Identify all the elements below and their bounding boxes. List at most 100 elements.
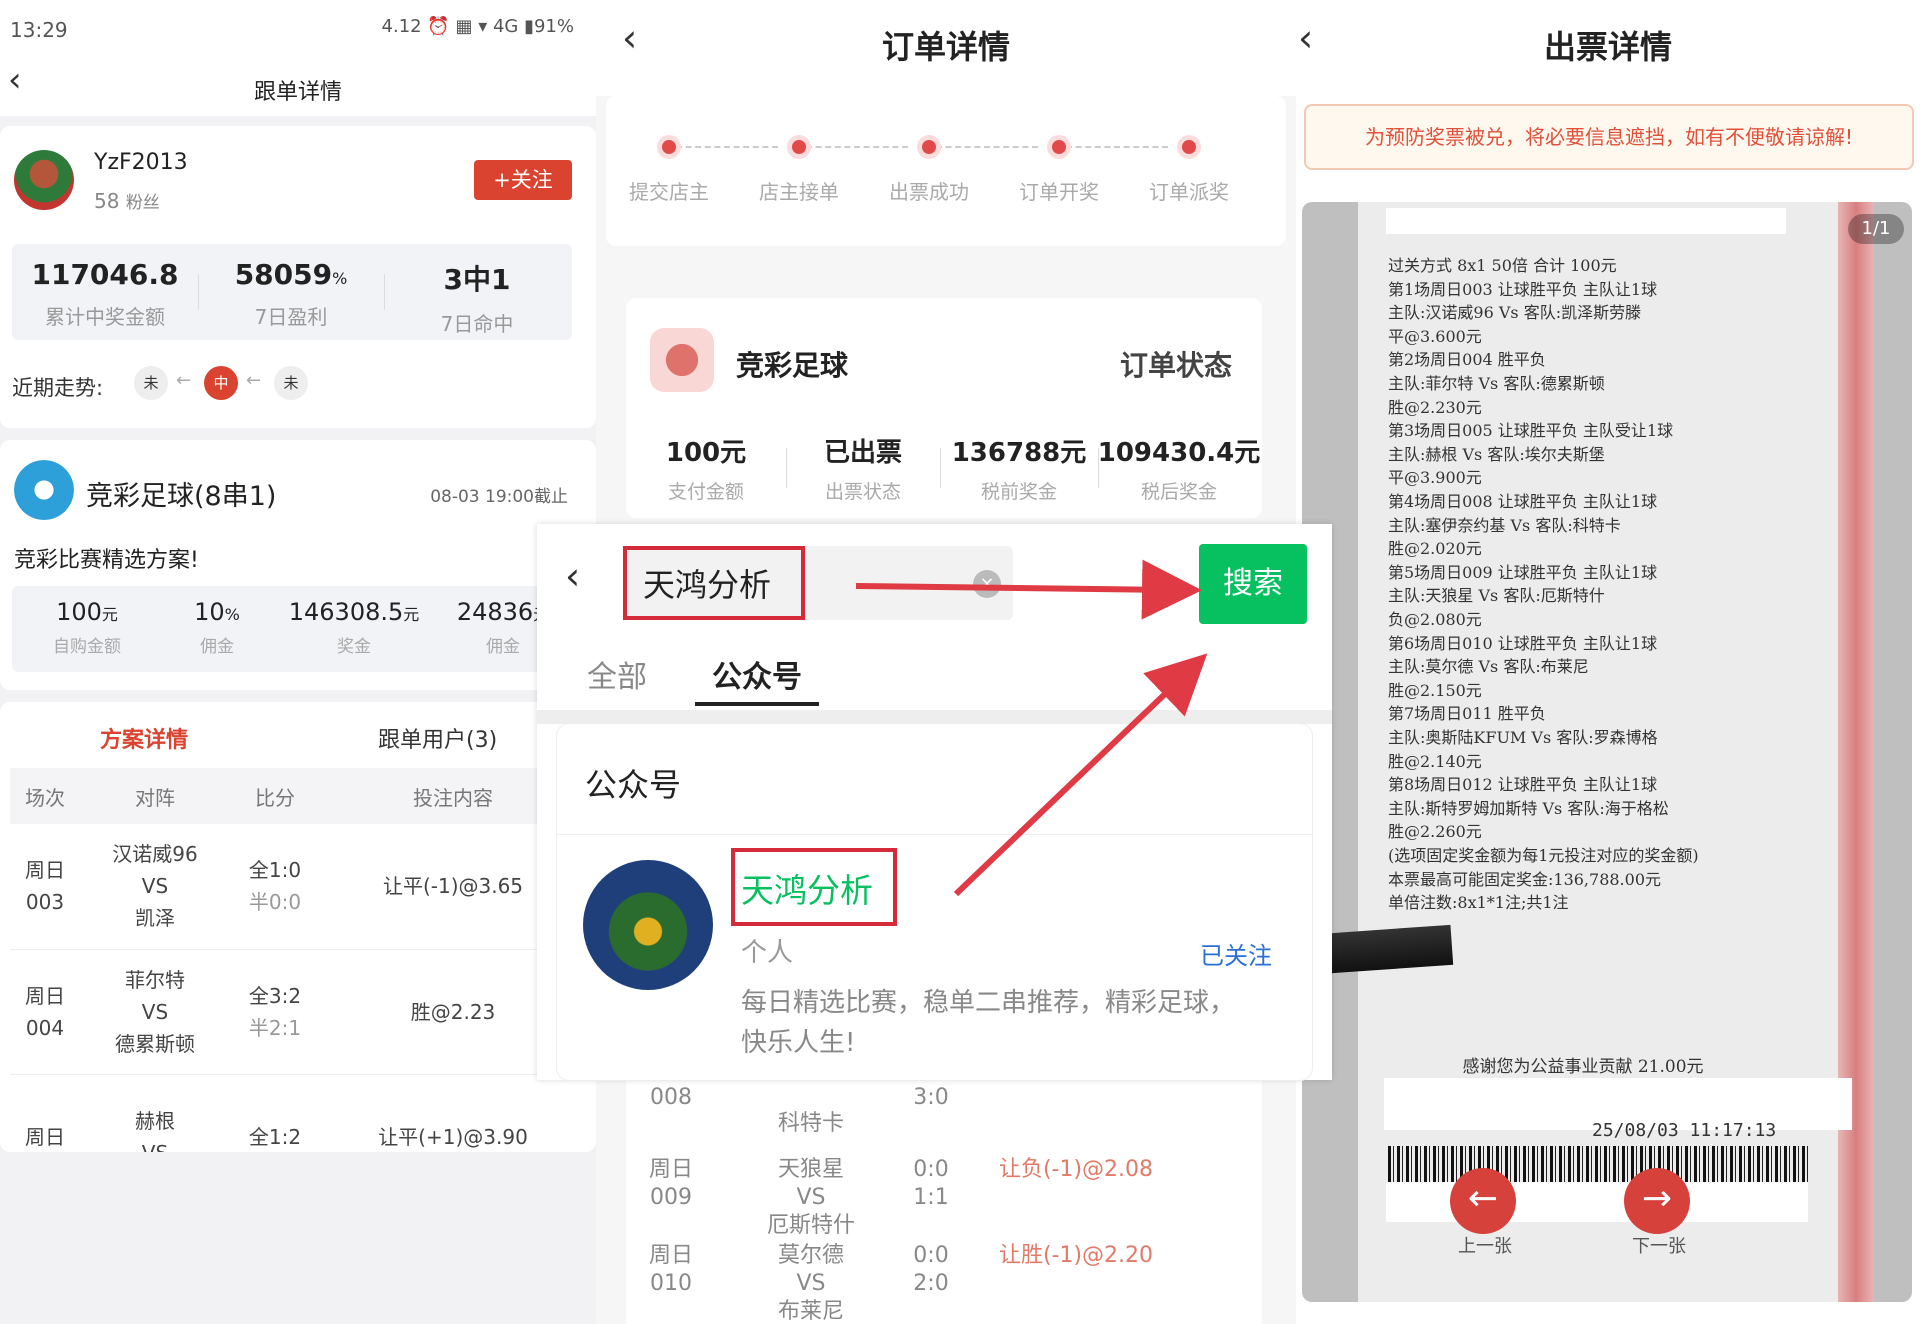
- vs-label: VS: [141, 874, 169, 899]
- nav-bar: ‹ 跟单详情: [0, 56, 596, 116]
- match-day: 周日: [25, 983, 65, 1008]
- tab-official-accounts[interactable]: 公众号: [712, 652, 802, 696]
- step-label: 店主接单: [759, 180, 839, 204]
- tab-followers[interactable]: 跟单用户(3): [378, 722, 497, 754]
- arrow-left-icon: ←: [176, 370, 192, 391]
- match-day: 周日: [25, 1124, 65, 1149]
- full-score: 全1:2: [248, 1124, 302, 1149]
- match-no: 008: [650, 1085, 692, 1110]
- bet-content: 让平(+1)@3.90: [320, 1074, 586, 1152]
- trend-item: 未: [134, 366, 168, 400]
- page-title: 出票详情: [1543, 28, 1672, 66]
- home-team: 天狼星: [777, 1157, 844, 1182]
- tab-underline: [695, 702, 819, 706]
- ticket-line: 第1场周日003 让球胜平负 主队让1球: [1388, 279, 1658, 299]
- stat-value: 117046.8: [31, 258, 179, 291]
- ticket-line: 第2场周日004 胜平负: [1388, 350, 1546, 370]
- username: YzF2013: [94, 150, 188, 175]
- stat-label: 出票状态: [824, 481, 901, 503]
- fans-count: 58 粉丝: [94, 188, 160, 213]
- order-progress: 提交店主 店主接单 出票成功 订单开奖 订单派奖: [606, 96, 1286, 246]
- page-indicator: 1/1: [1848, 214, 1904, 244]
- stat-ticket-status: 已出票 出票状态: [786, 432, 940, 504]
- match-no: 003: [25, 890, 65, 915]
- ticket-line: 主队:菲尔特 Vs 客队:德累斯顿: [1388, 374, 1605, 393]
- ticket-thanks: 感谢您为公益事业贡献 21.00元: [1462, 1057, 1704, 1077]
- full-score: 0:0: [913, 1243, 949, 1268]
- plan-deadline: 08-03 19:00截止: [430, 487, 568, 507]
- ticket-line: 第8场周日012 让球胜平负 主队让1球: [1388, 775, 1658, 795]
- privacy-mask: [1386, 208, 1786, 234]
- stat-value: 100: [56, 598, 102, 626]
- home-team: 汉诺威96: [112, 842, 198, 867]
- account-avatar[interactable]: [583, 860, 713, 990]
- ticket-photo[interactable]: 过关方式 8x1 50倍 合计 100元 第1场周日003 让球胜平负 主队让1球…: [1302, 202, 1912, 1302]
- ticket-line: 负@2.080元: [1388, 610, 1482, 629]
- stat-paid: 100元 支付金额: [626, 432, 786, 504]
- half-score: 3:0: [913, 1085, 949, 1110]
- step-connector: [806, 146, 908, 148]
- stat-value: 136788元: [951, 438, 1087, 468]
- full-score: 全1:0: [248, 858, 302, 883]
- stat-value: 146308.5: [288, 598, 404, 626]
- status-icons: 4.12 ⏰ ▦ ▾ 4G ▮91%: [381, 16, 574, 37]
- account-desc-line2: 快乐人生!: [741, 1028, 856, 1058]
- section-gap: [537, 710, 1332, 724]
- ticket-detail-panel: ‹ 出票详情 为预防奖票被兑，将必要信息遮挡，如有不便敬请谅解! 过关方式 8x…: [1296, 0, 1920, 1324]
- step-connector: [936, 146, 1038, 148]
- tab-plan-detail[interactable]: 方案详情: [100, 722, 188, 754]
- soccer-ball-icon: [650, 328, 714, 392]
- step-dot: [1052, 140, 1066, 154]
- nav-bar: ‹ 出票详情: [1296, 0, 1920, 90]
- stat-label: 佣金: [200, 637, 234, 657]
- ticket-line: 第7场周日011 胜平负: [1388, 704, 1546, 724]
- table-header: 场次 对阵 比分 投注内容: [10, 768, 586, 824]
- clear-icon[interactable]: ×: [973, 570, 1001, 598]
- ticket-line: 胜@2.260元: [1388, 822, 1482, 842]
- step-dot: [1182, 140, 1196, 154]
- ticket-line: 第4场周日008 让球胜平负 主队让1球: [1388, 492, 1658, 511]
- ticket-line: 主队:汉诺威96 Vs 客队:凯泽斯劳滕: [1388, 303, 1642, 323]
- stat-value: 3中1: [443, 263, 511, 296]
- user-card: YzF2013 58 粉丝 +关注 117046.8 累计中奖金额 58059%…: [0, 126, 596, 428]
- away-team: 厄斯特什: [766, 1213, 855, 1238]
- list-item: 008: [636, 1084, 706, 1112]
- step-connector: [1066, 146, 1168, 148]
- ticket-line: 第3场周日005 让球胜平负 主队受让1球: [1388, 421, 1674, 441]
- stat-unit: 元: [101, 605, 118, 624]
- away-team: 凯泽: [135, 906, 175, 931]
- official-account-card: 公众号 天鸿分析 个人 已关注 每日精选比赛，稳单二串推荐，精彩足球， 快乐人生…: [557, 724, 1312, 1080]
- follow-button[interactable]: +关注: [474, 160, 572, 200]
- follow-detail-panel: 13:29 4.12 ⏰ ▦ ▾ 4G ▮91% ‹ 跟单详情 YzF2013 …: [0, 0, 596, 1324]
- divider: [557, 834, 1312, 835]
- search-button[interactable]: 搜索: [1199, 544, 1307, 624]
- plan-detail-card: 方案详情 跟单用户(3) 场次 对阵 比分 投注内容 周日 003 汉诺威96 VS…: [0, 702, 596, 1152]
- stat-prize: 146308.5元 奖金: [274, 598, 434, 657]
- match-no: 004: [25, 1015, 65, 1040]
- account-desc-line1: 每日精选比赛，稳单二串推荐，精彩足球，: [741, 988, 1236, 1018]
- next-label: 下一张: [1632, 1236, 1686, 1257]
- order-status-title: 订单状态: [1119, 349, 1232, 382]
- bet-content: 让负(-1)@2.08: [998, 1157, 1154, 1182]
- status-bar: 13:29 4.12 ⏰ ▦ ▾ 4G ▮91%: [0, 0, 596, 56]
- back-chevron-icon[interactable]: ‹: [565, 554, 580, 598]
- prev-arrow-icon[interactable]: ←: [1450, 1168, 1516, 1234]
- home-team: 菲尔特: [125, 967, 185, 992]
- highlight-box: [623, 546, 805, 620]
- avatar[interactable]: [14, 150, 74, 210]
- stat-value: 10: [194, 598, 225, 626]
- plan-description: 竞彩比赛精选方案!: [14, 548, 199, 573]
- soccer-ball-icon: [14, 460, 74, 520]
- next-arrow-icon[interactable]: →: [1624, 1168, 1690, 1234]
- ticket-line: 单倍注数:8x1*1注;共1注: [1388, 893, 1569, 913]
- tab-all[interactable]: 全部: [587, 652, 647, 696]
- away-team: 德累斯顿: [115, 1031, 195, 1056]
- away-team: 布莱尼: [777, 1299, 844, 1324]
- ticket-line: 本票最高可能固定奖金:136,788.00元: [1388, 869, 1662, 889]
- ticket-line: 胜@2.020元: [1388, 539, 1482, 559]
- follow-status[interactable]: 已关注: [1200, 936, 1272, 971]
- match-no: 010: [650, 1271, 692, 1296]
- stat-label: 7日盈利: [254, 305, 328, 329]
- col-header: 对阵: [80, 768, 230, 824]
- ticket-line: (选项固定奖金额为每1元投注对应的奖金额): [1388, 846, 1699, 865]
